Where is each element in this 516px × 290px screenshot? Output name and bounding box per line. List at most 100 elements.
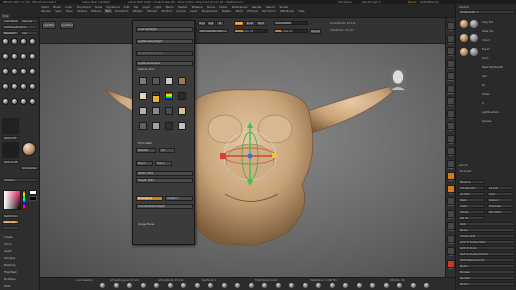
shelf-bpr-button[interactable] (447, 22, 455, 30)
alpha-slot[interactable] (2, 118, 19, 134)
shelf-ghost-button[interactable] (447, 234, 455, 243)
shelf-menu-layer[interactable]: Layer (189, 9, 199, 13)
menu-render[interactable]: Render (251, 5, 263, 9)
subtool-thumb-5[interactable] (460, 48, 468, 56)
texture-thumb[interactable] (178, 122, 186, 130)
texture-thumb[interactable] (178, 107, 186, 115)
shelf-brush-selectrect-icon[interactable] (410, 283, 416, 288)
uv-button[interactable]: UV (159, 148, 175, 153)
subtool-action-button[interactable]: All High (458, 192, 485, 196)
brush-hpolish-icon[interactable] (20, 53, 27, 60)
menu-tool-label[interactable]: Tool (1, 13, 11, 18)
list-all-button[interactable]: List All (459, 164, 468, 167)
texture-thumb[interactable] (139, 122, 147, 130)
menu-stroke[interactable]: Stroke (278, 5, 289, 9)
menu-preferences[interactable]: Preferences (231, 5, 249, 9)
load-brush-button[interactable]: Load Brush (2, 19, 19, 23)
brush-smooth-icon[interactable] (2, 68, 9, 75)
texture-slot[interactable] (2, 142, 19, 158)
subtool-action-button[interactable]: Insert (458, 204, 485, 208)
subtool-name-field[interactable]: PolyMesh3D_1 (458, 10, 515, 14)
brush-standard-button[interactable]: Standard (2, 31, 19, 35)
menu-dynamics[interactable]: Dynamics (105, 5, 121, 9)
shelf-brush-polish-icon[interactable] (262, 283, 267, 288)
selected-texture-icon[interactable] (152, 95, 160, 103)
subtool-action-button[interactable]: Copy (487, 192, 514, 196)
lightbox-brushes-button[interactable]: Lightbox▸Brushes (2, 25, 38, 29)
subtool-thumb-4[interactable] (470, 34, 478, 42)
subtool-action-button[interactable]: Rename (458, 180, 485, 184)
menu-material[interactable]: Material (191, 5, 204, 9)
shelf-brush-nudge-icon[interactable] (316, 283, 321, 288)
brush-flatten-icon[interactable] (2, 98, 9, 105)
tool-slot[interactable] (2, 226, 19, 230)
zadd-button[interactable]: Zadd (234, 21, 244, 26)
shelf-brush-slicecurve-icon[interactable] (424, 283, 429, 288)
shelf-menu-zz-comm[interactable]: ZZ Comm (261, 9, 277, 13)
brush-move-topo-icon[interactable] (11, 68, 18, 75)
menu-layer[interactable]: Layer (141, 5, 151, 9)
brush-damstandard-icon[interactable] (29, 38, 36, 45)
brush-planar-icon[interactable] (29, 83, 36, 90)
shelf-menu-render[interactable]: Render (40, 9, 52, 13)
menu-light[interactable]: Light (153, 5, 162, 9)
texture-thumb[interactable] (165, 107, 173, 115)
left-menu-item[interactable]: Modifiers (4, 278, 16, 281)
menu-draw[interactable]: Draw (94, 5, 103, 9)
subtool-action-button[interactable]: Boolean (458, 270, 515, 274)
shelf-brush-claybuildup-icon[interactable] (113, 283, 119, 288)
shelf-actual-button[interactable] (447, 72, 455, 80)
shelf-xpose-button[interactable] (447, 259, 455, 268)
tool-action[interactable]: Clone (482, 57, 489, 60)
left-menu-item[interactable]: Twist (4, 285, 10, 288)
shelf-persp-button[interactable] (447, 97, 455, 105)
left-menu-item[interactable]: FiberMesh (4, 271, 17, 274)
shelf-brush-curve-icon[interactable] (208, 283, 213, 288)
rgb-intensity-slider[interactable]: Rgb Intensity 100 (198, 29, 228, 33)
draw-size-slider[interactable]: Draw Size 64 (274, 29, 308, 33)
subtool-action-button[interactable]: Paste (458, 198, 485, 202)
texture-thumb[interactable] (152, 122, 160, 130)
mrgb-button[interactable]: Mrgb (198, 21, 206, 26)
shelf-menu-zzz-brush[interactable]: ZZZ Brush (279, 9, 296, 13)
tool-action[interactable]: Copy Tool (482, 21, 493, 24)
subtool-thumb-1[interactable] (460, 20, 468, 28)
save-as-button[interactable]: Save As (20, 19, 38, 23)
subtool-action-button[interactable]: All Low (487, 186, 514, 190)
subtool-thumb-3[interactable] (460, 34, 468, 42)
tool-action[interactable]: Visible (482, 93, 490, 96)
lightbox-texture-button[interactable]: Lightbox▸Texture (136, 61, 193, 66)
tool-action[interactable]: R (482, 102, 484, 105)
shelf-brush-move-topo-icon[interactable] (194, 283, 200, 288)
subtool-action-button[interactable]: Append (487, 198, 514, 202)
shelf-brush-clipcurve-icon[interactable] (397, 283, 402, 288)
hue-slider[interactable] (22, 190, 26, 210)
subtool-action-button[interactable]: Split Masked Points (458, 258, 515, 262)
texture-thumb[interactable] (152, 77, 160, 85)
shelf-menu-zs-eyes[interactable]: ZS Eyes (246, 9, 259, 13)
left-menu-item[interactable]: Elasticity (4, 264, 16, 267)
focal-shift-slider[interactable]: Focal Shift 0 (274, 21, 308, 25)
texture-thumb[interactable] (178, 77, 186, 85)
brush-curve-icon[interactable] (20, 68, 27, 75)
shelf-scroll-button[interactable] (447, 47, 455, 55)
shelf-brush-move-icon[interactable] (127, 283, 132, 288)
sculpt-model[interactable] (40, 44, 445, 277)
brush-slash3-icon[interactable] (20, 83, 27, 90)
brush-snakehook-icon[interactable] (29, 68, 36, 75)
tool-action[interactable]: All (482, 84, 485, 87)
menu-alpha[interactable]: Alpha (40, 5, 50, 9)
texture-thumb[interactable] (139, 77, 147, 85)
brush-clay-button[interactable]: Clay (20, 31, 38, 35)
shelf-lsym-button[interactable] (447, 134, 455, 143)
subtool-action-button[interactable]: Remesh (458, 276, 515, 280)
brush-nudge-icon[interactable] (20, 98, 27, 105)
texture-thumb[interactable] (165, 77, 173, 85)
canvas-viewport[interactable] (40, 44, 445, 277)
shelf-brush-smooth-icon[interactable] (329, 283, 335, 288)
tool-action[interactable]: Make PolyMesh3D (482, 66, 503, 69)
menu-stencil[interactable]: Stencil (265, 5, 276, 9)
shelf-aahalf-button[interactable] (447, 84, 455, 93)
shelf-brush-layer-icon[interactable] (370, 283, 375, 288)
texture-thumb[interactable] (139, 92, 147, 100)
